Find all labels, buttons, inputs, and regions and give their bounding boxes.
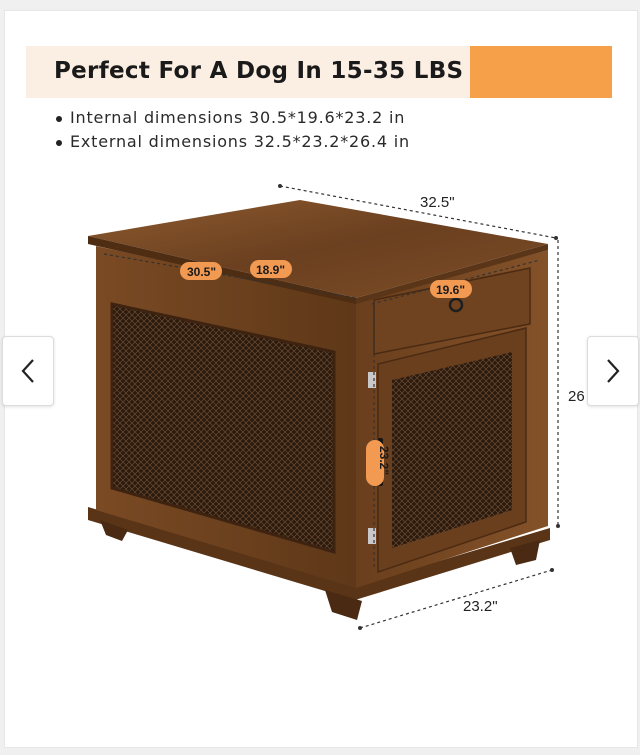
label-inner-width: 30.5" [187,265,216,279]
tag-inner-depth: 19.6" [430,280,472,298]
previous-image-button[interactable] [2,336,54,406]
label-outer-depth: 23.2" [463,598,498,615]
label-outer-height: 26 [568,388,585,405]
tag-inner-depth-top: 18.9" [250,260,292,278]
next-image-button[interactable] [587,336,639,406]
chevron-right-icon [607,359,620,383]
door-hinge-top [368,372,376,388]
tag-inner-width: 30.5" [180,262,222,280]
chevron-left-icon [21,359,34,383]
dog-crate-product-image: 32.5" 26 23.2" 30.5" 18.9" 19.6" 23.2" [88,184,585,630]
label-outer-width: 32.5" [420,194,455,211]
label-inner-depth: 19.6" [436,283,465,297]
door-hinge-bottom [368,528,376,544]
label-inner-height: 23.2" [377,446,391,475]
label-inner-depth-top: 18.9" [256,263,285,277]
